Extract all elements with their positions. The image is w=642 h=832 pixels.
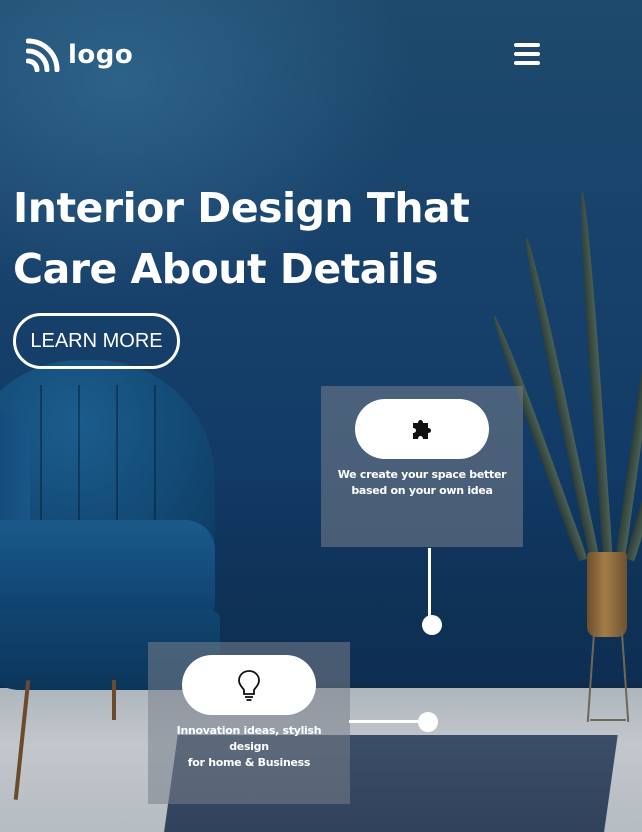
feature-text: Innovation ideas, stylish design for hom… <box>176 724 322 769</box>
hero-headline: Interior Design That Care About Details <box>13 184 470 293</box>
feature-card-idea: We create your space better based on you… <box>321 386 523 547</box>
feature-card-innovation: Innovation ideas, stylish design for hom… <box>148 642 350 804</box>
lightbulb-icon <box>238 670 260 701</box>
connector-dot <box>422 615 442 635</box>
rss-arc-icon <box>26 38 60 72</box>
plant-stand <box>590 719 626 721</box>
hamburger-menu-icon[interactable] <box>514 43 540 65</box>
plant-pot <box>587 552 627 637</box>
connector-line <box>428 548 431 618</box>
feature-text: We create your space better based on you… <box>337 468 507 497</box>
armchair-leg <box>112 680 116 720</box>
menu-bar <box>514 61 540 65</box>
puzzle-piece-icon <box>413 420 431 439</box>
menu-bar <box>514 43 540 47</box>
connector-line <box>349 720 424 723</box>
connector-dot <box>418 712 438 732</box>
logo[interactable]: logo <box>26 38 133 72</box>
hero-section: logo Interior Design That Care About Det… <box>0 0 642 832</box>
logo-text: logo <box>68 40 134 70</box>
feature-icon-pill <box>355 399 489 459</box>
learn-more-button[interactable]: LEARN MORE <box>13 313 180 369</box>
menu-bar <box>514 52 540 56</box>
feature-icon-pill <box>182 655 316 715</box>
